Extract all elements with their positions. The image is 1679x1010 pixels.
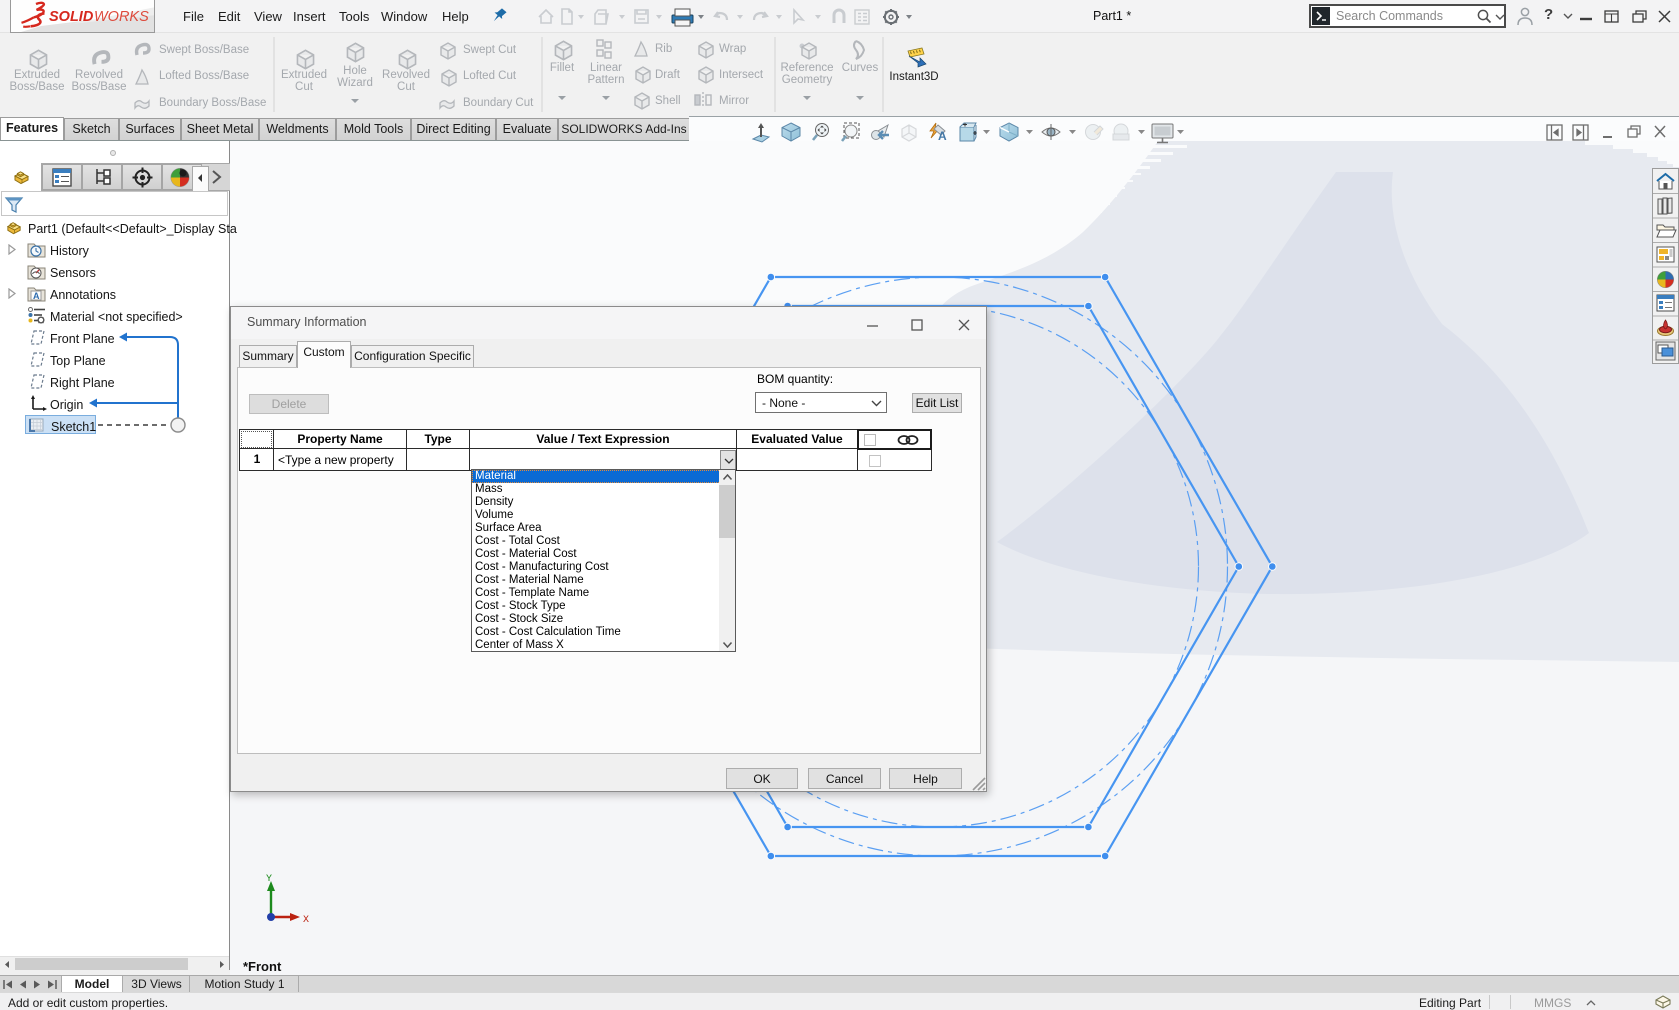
svg-text:Y: Y	[266, 874, 272, 885]
svg-text:WORKS: WORKS	[94, 9, 149, 25]
svg-text:A: A	[938, 129, 947, 143]
svg-text:*Front: *Front	[243, 959, 282, 974]
svg-text:SOLID: SOLID	[49, 9, 94, 25]
svg-text:X: X	[303, 915, 309, 926]
